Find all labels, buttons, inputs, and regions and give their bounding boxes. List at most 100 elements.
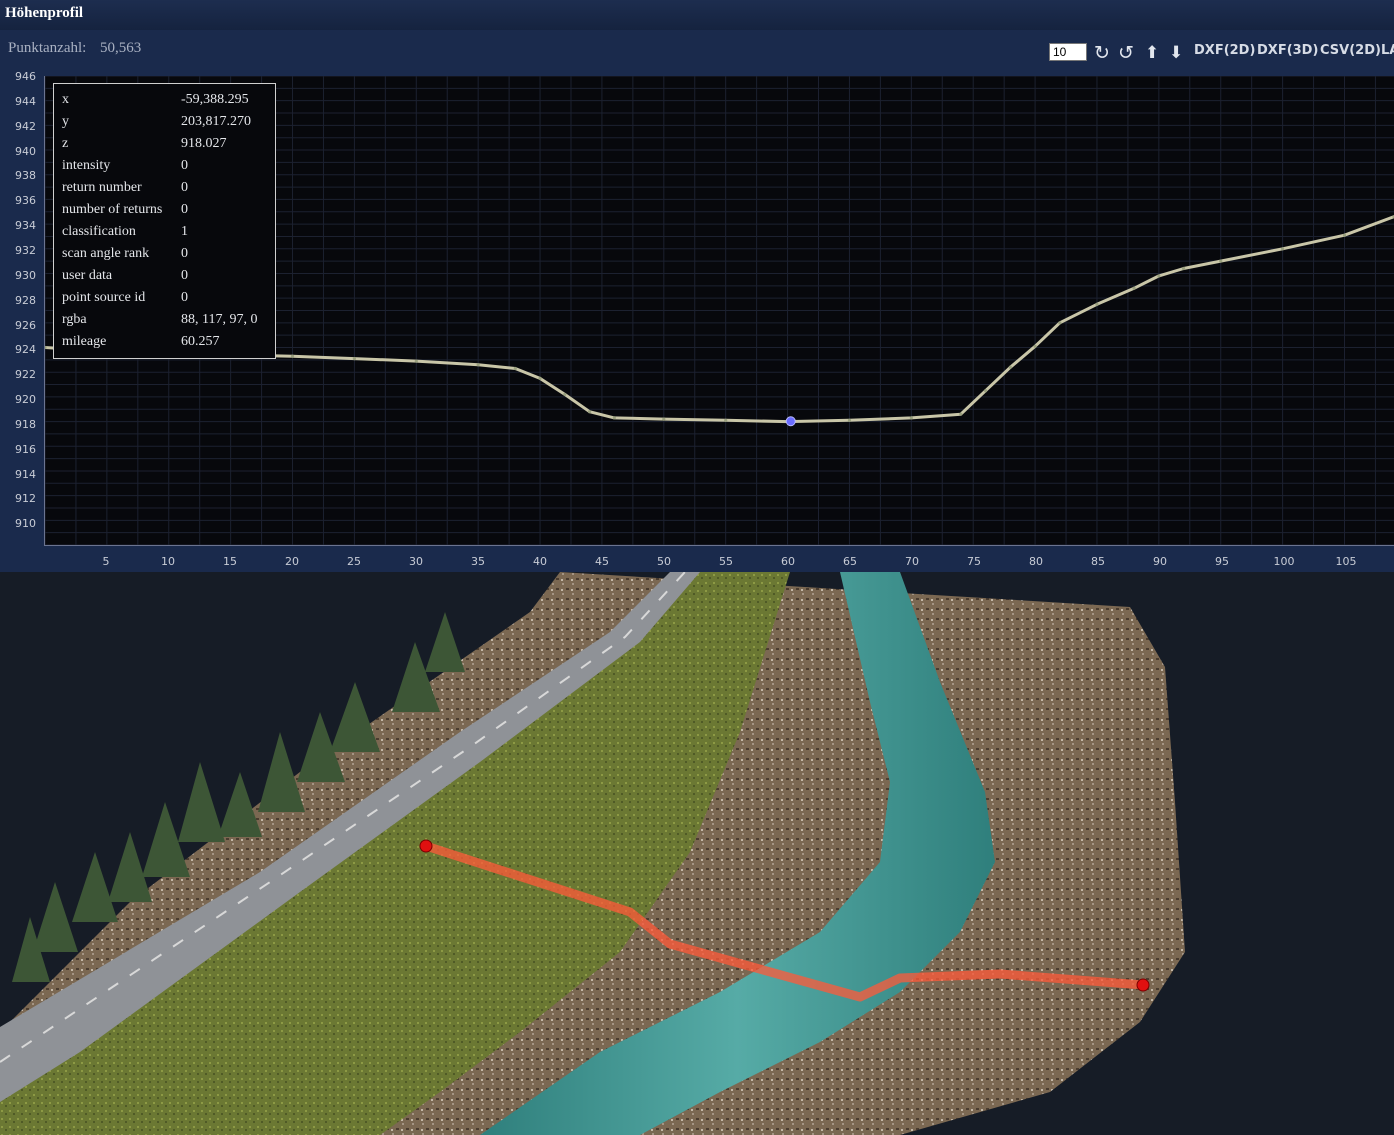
info-key: classification: [62, 224, 136, 239]
y-tick-label: 946: [15, 70, 36, 83]
info-key: point source id: [62, 290, 146, 305]
export-dxf-3d-button[interactable]: DXF(3D): [1257, 43, 1318, 58]
window-title: Höhenprofil: [5, 5, 84, 21]
x-tick-label: 55: [719, 555, 733, 568]
x-tick-label: 10: [161, 555, 175, 568]
info-value: 0: [181, 180, 188, 195]
profile-toolbar: Punktanzahl: 50,563 ↻ ↺ ⬆ ⬇ DXF(2D) DXF(…: [0, 30, 1394, 72]
profile-point: [476, 363, 480, 367]
rotate-ccw-icon[interactable]: ↺: [1118, 42, 1134, 64]
info-value: 0: [181, 202, 188, 217]
info-key: mileage: [62, 334, 107, 349]
profile-point: [1219, 259, 1223, 263]
y-tick-label: 940: [15, 144, 36, 158]
point-count-label: Punktanzahl:: [8, 40, 87, 56]
y-tick-label: 932: [15, 243, 36, 257]
x-tick-label: 80: [1029, 555, 1043, 568]
info-key: number of returns: [62, 202, 163, 217]
x-tick-label: 40: [533, 555, 547, 568]
profile-point: [847, 418, 852, 422]
x-tick-label: 30: [409, 555, 423, 568]
y-tick-label: 914: [15, 467, 36, 481]
profile-point: [724, 418, 728, 422]
info-key: return number: [62, 180, 142, 195]
x-tick-label: 90: [1153, 555, 1167, 568]
info-value: 918.027: [181, 136, 227, 151]
y-tick-label: 922: [15, 368, 36, 382]
x-tick-label: 45: [595, 555, 609, 568]
y-tick-label: 942: [15, 119, 36, 133]
profile-width-input[interactable]: [1049, 43, 1087, 61]
info-key: rgba: [62, 312, 87, 327]
profile-point: [1281, 247, 1285, 251]
y-tick-label: 926: [15, 318, 36, 332]
x-tick-label: 20: [285, 555, 299, 568]
profile-point: [959, 412, 963, 416]
y-tick-label: 938: [15, 169, 36, 183]
info-value: 60.257: [181, 334, 220, 349]
info-key: y: [62, 114, 69, 129]
profile-point: [909, 416, 913, 420]
export-dxf-2d-button[interactable]: DXF(2D): [1194, 43, 1255, 58]
profile-point: [1157, 274, 1161, 278]
point-count-value: 50,563: [100, 40, 142, 56]
profile-point: [1132, 286, 1136, 290]
profile-point: [662, 417, 666, 421]
profile-point: [290, 354, 295, 358]
info-value: 0: [181, 246, 188, 261]
x-tick-label: 100: [1273, 555, 1295, 568]
info-value: 0: [181, 268, 188, 283]
arrow-up-icon[interactable]: ⬆: [1145, 42, 1159, 64]
x-tick-label: 25: [347, 555, 361, 568]
profile-point: [1058, 321, 1062, 325]
window-titlebar: Höhenprofil: [0, 0, 1394, 31]
x-tick-label: 75: [967, 555, 981, 568]
profile-point: [1095, 302, 1099, 306]
x-tick-label: 85: [1091, 555, 1105, 568]
y-tick-label: 912: [15, 492, 36, 506]
info-key: x: [62, 92, 69, 107]
export-csv-2d-button[interactable]: CSV(2D): [1320, 43, 1381, 58]
info-key: scan angle rank: [62, 246, 150, 261]
profile-point: [612, 416, 616, 420]
info-value: 0: [181, 158, 188, 173]
profile-end-point[interactable]: [1136, 978, 1150, 992]
profile-point: [538, 376, 542, 380]
x-tick-label: 95: [1215, 555, 1229, 568]
y-tick-label: 936: [15, 194, 36, 208]
profile-point: [563, 392, 567, 397]
y-tick-label: 916: [15, 442, 36, 456]
rotate-cw-icon[interactable]: ↻: [1094, 42, 1110, 64]
info-value: 1: [181, 224, 188, 239]
profile-point: [587, 410, 592, 414]
profile-point: [1033, 344, 1037, 348]
x-tick-label: 65: [843, 555, 857, 568]
info-value: 0: [181, 290, 188, 305]
profile-point: [352, 357, 357, 361]
arrow-down-icon[interactable]: ⬇: [1169, 42, 1183, 64]
point-info-panel: x -59,388.295 y 203,817.270 z 918.027 intensit…: [53, 83, 276, 359]
point-cloud-render[interactable]: [0, 572, 1394, 1135]
y-tick-label: 920: [15, 393, 36, 407]
y-tick-label: 910: [15, 517, 36, 531]
y-tick-label: 918: [15, 417, 36, 431]
profile-start-point[interactable]: [419, 839, 433, 853]
y-tick-label: 924: [15, 343, 36, 357]
export-las-button[interactable]: LA: [1381, 43, 1394, 58]
selected-point[interactable]: [785, 416, 796, 427]
info-value: 88, 117, 97, 0: [181, 312, 258, 327]
x-tick-label: 35: [471, 555, 485, 568]
y-tick-label: 930: [15, 268, 36, 282]
info-key: z: [62, 136, 69, 151]
x-tick-label: 15: [223, 555, 237, 568]
info-key: user data: [62, 268, 113, 283]
info-value: -59,388.295: [181, 92, 249, 107]
y-tick-label: 934: [15, 219, 36, 233]
profile-point: [513, 366, 517, 371]
profile-point: [414, 359, 418, 363]
3d-viewer[interactable]: [0, 572, 1394, 1135]
info-key: intensity: [62, 158, 111, 173]
profile-point: [983, 389, 988, 393]
x-tick-label: 70: [905, 555, 919, 568]
profile-point: [1008, 365, 1012, 369]
